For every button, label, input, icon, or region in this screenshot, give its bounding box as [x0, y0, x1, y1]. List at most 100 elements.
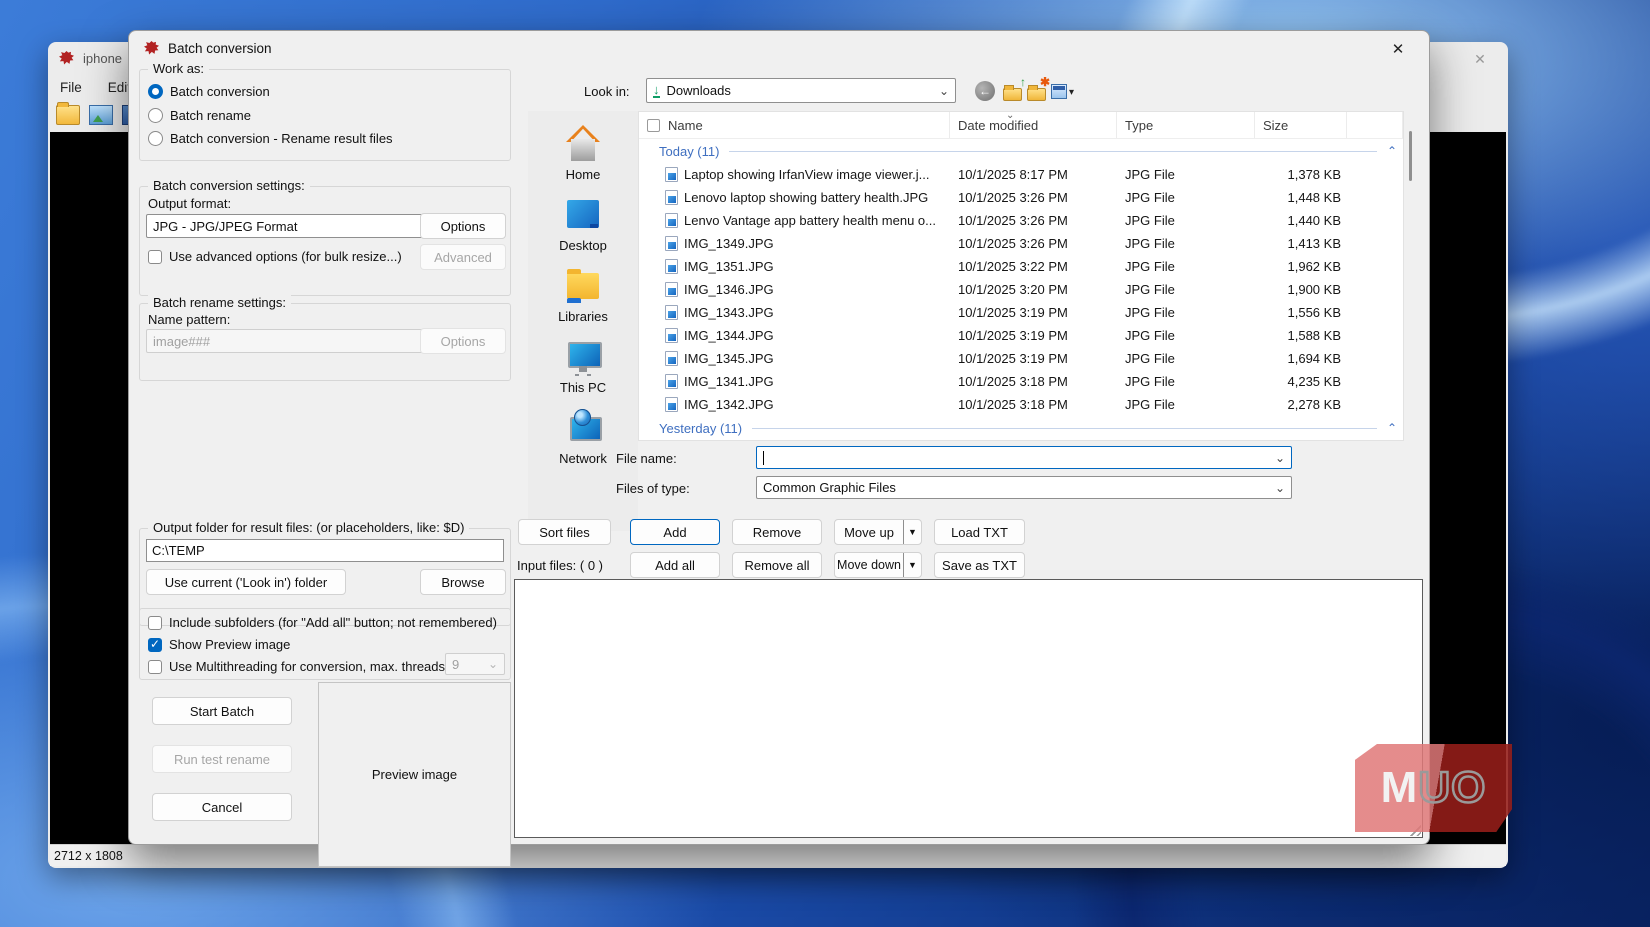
button-label[interactable]: Move up	[835, 520, 903, 544]
file-row[interactable]: Laptop showing IrfanView image viewer.j.…	[639, 163, 1403, 186]
group-divider	[752, 428, 1377, 429]
name-pattern-select[interactable]: image### ⌄	[146, 329, 448, 353]
jpg-file-icon	[665, 190, 678, 205]
file-row[interactable]: IMG_1344.JPG 10/1/2025 3:19 PM JPG File …	[639, 324, 1403, 347]
new-folder-icon[interactable]: ✱	[1027, 81, 1047, 101]
places-item-this-pc[interactable]: This PC	[528, 338, 638, 395]
browse-button[interactable]: Browse	[420, 569, 506, 595]
place-icon	[564, 196, 602, 234]
look-in-value: Downloads	[667, 83, 731, 98]
files-of-type-select[interactable]: Common Graphic Files ⌄	[756, 476, 1292, 499]
file-row[interactable]: Lenovo laptop showing battery health.JPG…	[639, 186, 1403, 209]
dialog-close-button[interactable]: ✕	[1383, 38, 1413, 60]
radio-selected-icon[interactable]	[148, 84, 163, 99]
places-item-home[interactable]: Home	[528, 125, 638, 182]
include-subfolders-checkbox[interactable]: Include subfolders (for "Add all" button…	[148, 615, 497, 630]
back-icon[interactable]: ←	[975, 81, 995, 101]
column-type[interactable]: Type	[1117, 112, 1255, 138]
chevron-down-icon: ⌄	[939, 84, 949, 98]
use-current-folder-button[interactable]: Use current ('Look in') folder	[146, 569, 346, 595]
checkbox-icon[interactable]	[148, 250, 162, 264]
bg-close-button[interactable]: ✕	[1466, 48, 1494, 70]
collapse-group-icon[interactable]: ⌃	[1387, 421, 1397, 435]
rename-options-button[interactable]: Options	[420, 328, 506, 354]
move-down-button[interactable]: Move down ▼	[834, 552, 922, 578]
file-row[interactable]: IMG_1345.JPG 10/1/2025 3:19 PM JPG File …	[639, 347, 1403, 370]
chevron-down-icon: ⌄	[488, 657, 498, 671]
threads-value: 9	[452, 657, 459, 672]
file-list-scrollbar[interactable]	[1406, 113, 1416, 439]
advanced-options-checkbox[interactable]: Use advanced options (for bulk resize...…	[148, 249, 402, 264]
column-name[interactable]: Name	[639, 112, 950, 138]
file-row[interactable]: IMG_1351.JPG 10/1/2025 3:22 PM JPG File …	[639, 255, 1403, 278]
move-up-dropdown-icon[interactable]: ▼	[903, 520, 921, 544]
places-item-libraries[interactable]: Libraries	[528, 267, 638, 324]
checkbox-icon[interactable]	[148, 660, 162, 674]
up-folder-icon[interactable]: ↑	[1003, 81, 1023, 101]
multithreading-checkbox[interactable]: Use Multithreading for conversion, max. …	[148, 659, 449, 674]
remove-button[interactable]: Remove	[732, 519, 822, 545]
radio-icon[interactable]	[148, 108, 163, 123]
file-row[interactable]: IMG_1342.JPG 10/1/2025 3:18 PM JPG File …	[639, 393, 1403, 416]
file-row[interactable]: IMG_1341.JPG 10/1/2025 3:18 PM JPG File …	[639, 370, 1403, 393]
file-name-input[interactable]: ⌄	[756, 446, 1292, 469]
button-label[interactable]: Move down	[835, 553, 903, 577]
sort-files-button[interactable]: Sort files	[518, 519, 611, 545]
input-files-listbox[interactable]	[514, 579, 1423, 838]
save-as-txt-button[interactable]: Save as TXT	[934, 552, 1025, 578]
move-down-dropdown-icon[interactable]: ▼	[903, 553, 921, 577]
text-caret	[763, 451, 764, 465]
view-menu-icon[interactable]	[1051, 84, 1067, 99]
open-folder-icon[interactable]	[56, 105, 80, 125]
file-row[interactable]: IMG_1346.JPG 10/1/2025 3:20 PM JPG File …	[639, 278, 1403, 301]
radio-icon[interactable]	[148, 131, 163, 146]
file-row[interactable]: Lenvo Vantage app battery health menu o.…	[639, 209, 1403, 232]
select-all-checkbox[interactable]	[647, 119, 660, 132]
output-format-select[interactable]: JPG - JPG/JPEG Format ⌄	[146, 214, 448, 238]
collapse-group-icon[interactable]: ⌃	[1387, 144, 1397, 158]
cancel-button[interactable]: Cancel	[152, 793, 292, 821]
threads-select[interactable]: 9 ⌄	[445, 653, 505, 675]
file-name-text: Laptop showing IrfanView image viewer.j.…	[684, 167, 929, 182]
load-txt-button[interactable]: Load TXT	[934, 519, 1025, 545]
output-folder-input[interactable]: C:\TEMP	[146, 539, 504, 562]
radio-batch-conversion-rename[interactable]: Batch conversion - Rename result files	[148, 131, 393, 146]
radio-batch-conversion[interactable]: Batch conversion	[148, 84, 270, 99]
checkbox-checked-icon[interactable]	[148, 638, 162, 652]
start-batch-button[interactable]: Start Batch	[152, 697, 292, 725]
checkbox-icon[interactable]	[148, 616, 162, 630]
file-row[interactable]: IMG_1349.JPG 10/1/2025 3:26 PM JPG File …	[639, 232, 1403, 255]
show-preview-checkbox[interactable]: Show Preview image	[148, 637, 290, 652]
image-icon[interactable]	[89, 105, 113, 125]
menu-file[interactable]: File	[60, 80, 82, 95]
chevron-down-icon: ⌄	[1275, 481, 1285, 495]
file-list[interactable]: Name Date modified ⌄ Type Size Today (11…	[638, 111, 1404, 441]
radio-batch-rename[interactable]: Batch rename	[148, 108, 251, 123]
remove-all-button[interactable]: Remove all	[732, 552, 822, 578]
dialog-titlebar[interactable]: Batch conversion	[129, 31, 1429, 65]
scrollbar-thumb[interactable]	[1409, 131, 1412, 181]
move-up-button[interactable]: Move up ▼	[834, 519, 922, 545]
add-all-button[interactable]: Add all	[630, 552, 720, 578]
file-type-cell: JPG File	[1117, 167, 1255, 182]
advanced-button[interactable]: Advanced	[420, 244, 506, 270]
run-test-rename-button[interactable]: Run test rename	[152, 745, 292, 773]
group-header-today[interactable]: Today (11) ⌃	[639, 139, 1403, 163]
format-options-button[interactable]: Options	[420, 213, 506, 239]
chevron-down-icon: ⌄	[1275, 451, 1285, 465]
column-size[interactable]: Size	[1255, 112, 1347, 138]
file-name-cell: IMG_1351.JPG	[639, 259, 950, 274]
view-menu-chevron-icon[interactable]: ▾	[1069, 87, 1074, 98]
button-label: Add	[663, 525, 686, 540]
places-item-desktop[interactable]: Desktop	[528, 196, 638, 253]
column-date-modified[interactable]: Date modified ⌄	[950, 112, 1117, 138]
add-button[interactable]: Add	[630, 519, 720, 545]
file-row[interactable]: IMG_1343.JPG 10/1/2025 3:19 PM JPG File …	[639, 301, 1403, 324]
checkbox-label: Include subfolders (for "Add all" button…	[169, 615, 497, 630]
irfanview-app-icon	[58, 50, 75, 66]
checkbox-label: Use Multithreading for conversion, max. …	[169, 659, 449, 674]
look-in-select[interactable]: ↓ Downloads ⌄	[646, 78, 956, 103]
file-date-cell: 10/1/2025 3:22 PM	[950, 259, 1117, 274]
file-size-cell: 4,235 KB	[1255, 374, 1347, 389]
group-header-yesterday[interactable]: Yesterday (11) ⌃	[639, 416, 1403, 440]
